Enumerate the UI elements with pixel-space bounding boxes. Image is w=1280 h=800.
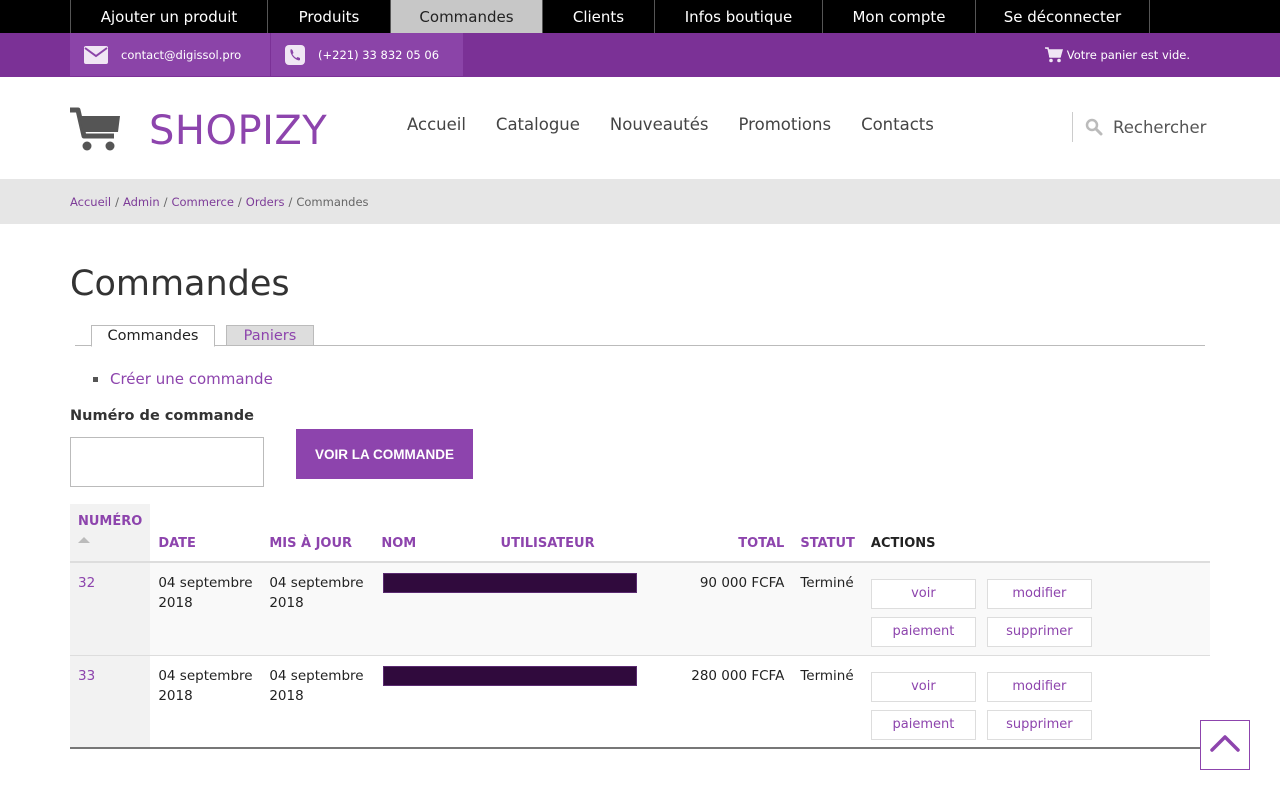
breadcrumb-current: Commandes (296, 194, 369, 209)
contact-email[interactable]: contact@digissol.pro (70, 33, 270, 76)
col-header-date[interactable]: DATE (150, 504, 262, 563)
cell-numero: 33 (70, 655, 151, 748)
breadcrumb-admin[interactable]: Admin (123, 195, 160, 209)
cell-actions: voir modifier paiement supprimer (863, 655, 1210, 748)
cell-name-user (373, 655, 645, 748)
cell-total: 280 000 FCFA (691, 667, 785, 684)
back-to-top-button[interactable] (1200, 720, 1250, 770)
admin-menu-clients[interactable]: Clients (542, 0, 654, 33)
redacted-block (383, 665, 638, 686)
order-number-input[interactable] (70, 437, 264, 487)
contact-bar: contact@digissol.pro (+221) 33 832 05 06… (0, 33, 1280, 77)
delete-button[interactable]: supprimer (986, 617, 1092, 647)
contact-phone[interactable]: (+221) 33 832 05 06 (271, 33, 463, 76)
edit-button[interactable]: modifier (986, 671, 1092, 702)
nav-catalog[interactable]: Catalogue (496, 115, 580, 134)
tabs: Commandes Paniers (75, 325, 1205, 347)
search-label: Rechercher (1113, 117, 1207, 137)
contact-email-text: contact@digissol.pro (121, 47, 242, 62)
admin-menu-logout[interactable]: Se déconnecter (975, 0, 1150, 33)
cell-status: Terminé (800, 667, 854, 684)
col-header-numero[interactable]: NUMÉRO (70, 504, 151, 563)
shopping-cart-icon (70, 106, 122, 156)
cell-updated: 04 septembre 2018 (269, 667, 364, 704)
view-order-button[interactable]: VOIR LA COMMANDE (296, 429, 473, 479)
search-icon (1085, 118, 1103, 136)
phone-icon (285, 44, 305, 65)
nav-promotions[interactable]: Promotions (739, 115, 832, 134)
col-header-actions: ACTIONS (862, 504, 1210, 563)
search-button[interactable]: Rechercher (1072, 112, 1206, 142)
brand-name: SHOPIZY (149, 108, 328, 154)
admin-menu-add-product[interactable]: Ajouter un produit (70, 0, 267, 33)
admin-menu: Ajouter un produit Produits Commandes Cl… (70, 0, 1150, 33)
payment-button[interactable]: paiement (870, 617, 976, 647)
breadcrumb: Accueil / Admin / Commerce / Orders / Co… (0, 179, 1280, 224)
tab-commandes[interactable]: Commandes (91, 325, 215, 347)
col-header-user[interactable]: UTILISATEUR (492, 504, 646, 563)
orders-table: NUMÉRO DATE MIS À JOUR NOM UTILISATEUR T… (70, 504, 1210, 749)
col-header-total[interactable]: TOTAL (645, 504, 793, 563)
admin-menu-shop-info[interactable]: Infos boutique (654, 0, 822, 33)
action-links: Créer une commande (93, 370, 273, 388)
col-header-updated[interactable]: MIS À JOUR (261, 504, 374, 563)
breadcrumb-separator: / (115, 194, 119, 209)
breadcrumb-separator: / (288, 194, 293, 209)
table-header-row: NUMÉRO DATE MIS À JOUR NOM UTILISATEUR T… (70, 504, 1210, 563)
table-row: 33 04 septembre 2018 04 septembre 2018 2… (70, 655, 1210, 748)
envelope-icon (84, 45, 108, 64)
sort-ascending-icon (78, 537, 90, 543)
order-number-link[interactable]: 33 (78, 668, 95, 684)
chevron-up-icon (1210, 734, 1240, 756)
edit-button[interactable]: modifier (986, 579, 1092, 609)
cell-name-user (373, 562, 645, 655)
admin-menu-orders[interactable]: Commandes (390, 0, 542, 33)
cell-total: 90 000 FCFA (699, 575, 785, 591)
payment-button[interactable]: paiement (870, 709, 976, 740)
breadcrumb-orders[interactable]: Orders (246, 195, 285, 209)
breadcrumb-home[interactable]: Accueil (70, 195, 111, 209)
main-nav: Accueil Catalogue Nouveautés Promotions … (407, 115, 964, 134)
nav-home[interactable]: Accueil (407, 115, 466, 134)
cart-status-text: Votre panier est vide. (1066, 47, 1190, 62)
redacted-block (383, 573, 638, 593)
logo[interactable]: SHOPIZY (70, 106, 327, 156)
cell-status: Terminé (800, 575, 854, 591)
contact-phone-text: (+221) 33 832 05 06 (318, 47, 440, 62)
col-header-numero-label: NUMÉRO (78, 514, 143, 529)
cell-numero: 32 (70, 562, 151, 655)
cart-status[interactable]: Votre panier est vide. (1044, 33, 1190, 76)
breadcrumb-separator: / (163, 194, 168, 209)
admin-menu-products[interactable]: Produits (267, 0, 390, 33)
admin-menu-my-account[interactable]: Mon compte (822, 0, 975, 33)
view-button[interactable]: voir (870, 579, 976, 609)
cell-updated: 04 septembre 2018 (269, 575, 364, 611)
create-order-link[interactable]: Créer une commande (110, 370, 273, 388)
row-actions: voir modifier paiement supprimer (870, 573, 1202, 647)
cart-icon (1044, 46, 1063, 63)
view-button[interactable]: voir (870, 671, 976, 702)
row-actions: voir modifier paiement supprimer (870, 666, 1202, 740)
admin-bar: Ajouter un produit Produits Commandes Cl… (0, 0, 1280, 33)
delete-button[interactable]: supprimer (986, 709, 1092, 740)
order-number-link[interactable]: 32 (78, 575, 95, 591)
breadcrumb-separator: / (237, 194, 242, 209)
nav-contacts[interactable]: Contacts (861, 115, 934, 134)
breadcrumb-commerce[interactable]: Commerce (171, 195, 233, 209)
site-header: SHOPIZY Accueil Catalogue Nouveautés Pro… (0, 77, 1280, 179)
page-title: Commandes (70, 264, 290, 304)
order-number-label: Numéro de commande (70, 408, 254, 424)
col-header-name[interactable]: NOM (373, 504, 493, 563)
cell-date: 04 septembre 2018 (158, 667, 253, 704)
nav-new[interactable]: Nouveautés (610, 115, 709, 134)
cell-actions: voir modifier paiement supprimer (863, 562, 1210, 655)
action-link-item: Créer une commande (93, 370, 273, 388)
table-row: 32 04 septembre 2018 04 septembre 2018 9… (70, 562, 1210, 655)
cell-date: 04 septembre 2018 (158, 575, 253, 611)
col-header-status[interactable]: STATUT (792, 504, 863, 563)
tab-paniers[interactable]: Paniers (226, 325, 314, 346)
